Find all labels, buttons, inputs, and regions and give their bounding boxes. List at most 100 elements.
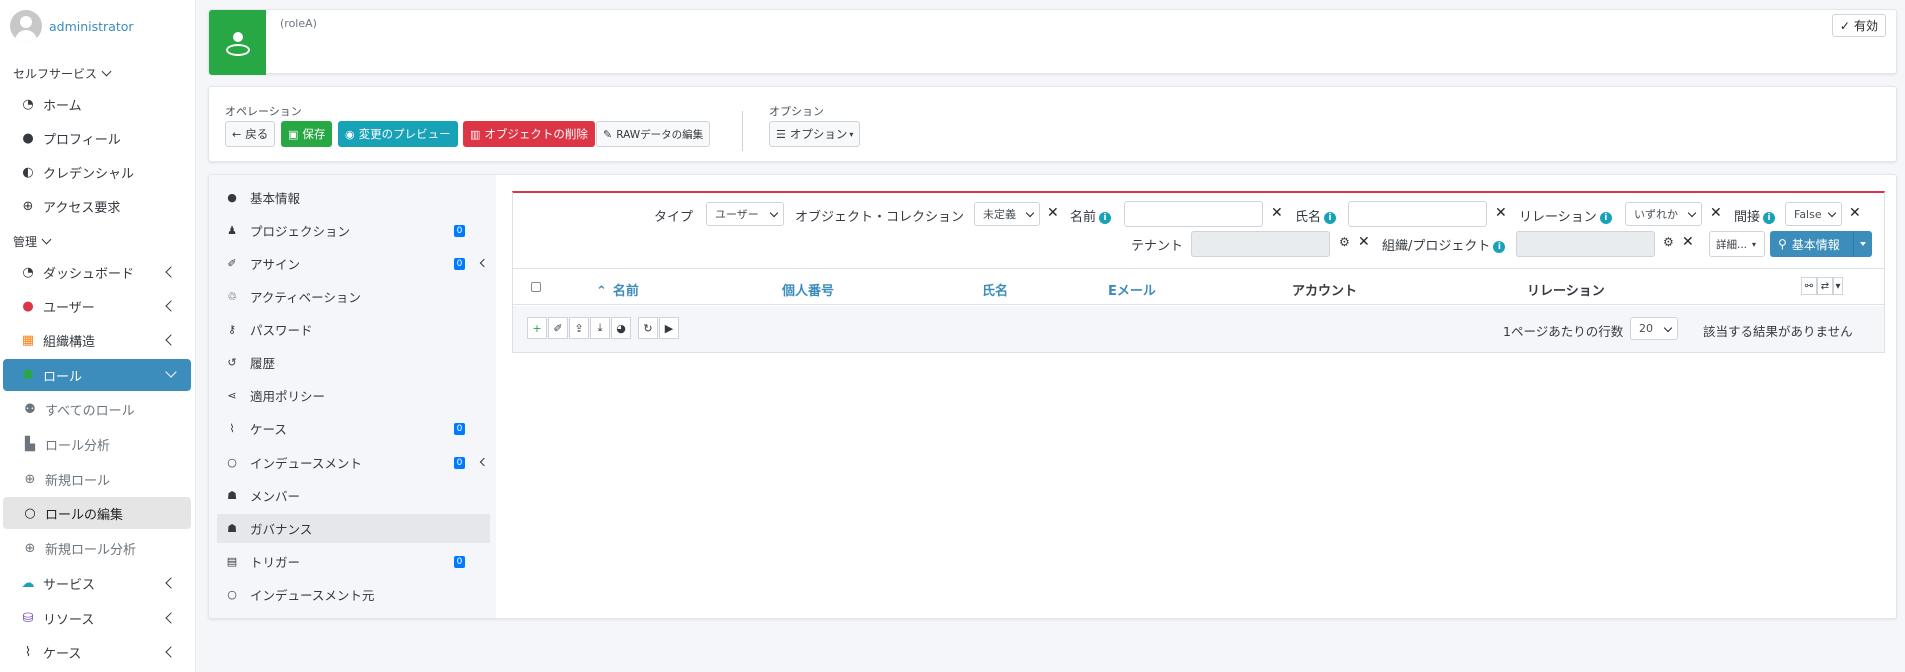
search-button[interactable]: ⚲ 基本情報 [1770,231,1872,257]
status-button[interactable]: ✓ 有効 [1831,14,1886,37]
tenant-input[interactable] [1191,231,1330,257]
sidebar-item-dashboard[interactable]: ◔ ダッシュボード [3,256,191,288]
sidebar-item-roles[interactable]: ⚉ ロール [3,359,191,391]
close-icon[interactable]: ✕ [1849,205,1861,221]
submenu-password[interactable]: ⚷ パスワード [217,315,490,344]
plus-circle-icon: ⊕ [22,198,34,214]
sidebar-item-new-role[interactable]: ⊕ 新規ロール [3,463,191,495]
sidebar-item-label: 新規ロール分析 [45,542,137,558]
more-filters-button[interactable]: 詳細... ▾ [1709,231,1765,257]
collection-select[interactable]: 未定義 [974,202,1040,226]
submenu-assign[interactable]: ✐ アサイン 0 [217,249,490,278]
info-icon[interactable]: i [1599,212,1612,224]
raw-edit-button[interactable]: ✎ RAWデータの編集 [596,121,711,147]
sidebar-item-new-role-analysis[interactable]: ⊕ 新規ロール分析 [3,532,191,564]
org-input[interactable] [1516,231,1655,257]
eye-icon: ◉ [345,127,355,141]
save-button[interactable]: ▣ 保存 [281,121,333,147]
info-icon[interactable]: i [1493,241,1506,253]
swap-icon[interactable]: ⇄ [1817,277,1833,295]
fullname-input[interactable] [1348,201,1487,227]
rows-per-page-select[interactable]: 20 [1630,317,1678,340]
submenu-cases[interactable]: ⌇ ケース 0 [217,414,490,443]
sidebar: administrator セルフサービス ◔ ホーム ● プロフィール ◐ クレデン… [0,0,196,672]
sidebar-item-edit-role[interactable]: ○ ロールの編集 [3,497,191,529]
options-dropdown[interactable]: ☰ オプション ▾ [769,121,861,147]
download-icon[interactable]: ⤓ [590,317,610,339]
sidebar-item-access-request[interactable]: ⊕ アクセス要求 [3,190,191,222]
info-icon[interactable]: i [1099,212,1112,224]
preview-button[interactable]: ◉ 変更のプレビュー [338,121,458,147]
name-input[interactable] [1124,201,1263,227]
close-icon[interactable]: ✕ [1682,234,1694,250]
caret-down-icon[interactable]: ▾ [1833,277,1843,295]
close-icon[interactable]: ✕ [1271,205,1283,221]
self-service-header[interactable]: セルフサービス [13,65,112,82]
submenu-inducement[interactable]: ○ インデュースメント 0 [217,448,490,477]
chart-add-icon[interactable]: ◕ [611,317,631,339]
info-icon[interactable]: i [1324,212,1337,224]
close-icon[interactable]: ✕ [1495,205,1507,221]
column-name[interactable]: ⌃ 名前 [596,280,639,299]
column-person-number[interactable]: 個人番号 [782,280,834,299]
admin-header[interactable]: 管理 [13,233,52,250]
refresh-icon[interactable]: ↻ [638,317,658,339]
submenu-induced-by[interactable]: ○ インデュースメント元 [217,580,490,609]
sidebar-item-home[interactable]: ◔ ホーム [3,88,191,120]
sidebar-item-users[interactable]: ● ユーザー [3,290,191,322]
upload-icon[interactable]: ⇪ [569,317,589,339]
chevron-down-icon [1827,208,1837,218]
column-fullname[interactable]: 氏名 [982,280,1008,299]
submenu-members[interactable]: ☗ メンバー [217,481,490,510]
save-icon: ▣ [288,127,299,141]
divider [742,111,743,151]
relation-select[interactable]: いずれか [1625,202,1702,226]
close-icon[interactable]: ✕ [1047,205,1059,221]
sidebar-item-label: ホーム [43,98,82,114]
sidebar-item-profile[interactable]: ● プロフィール [3,122,191,154]
chevron-left-icon[interactable] [479,457,489,467]
submenu-policies[interactable]: ⋖ 適用ポリシー [217,381,490,410]
delete-button[interactable]: ▥ オブジェクトの削除 [463,121,595,147]
sidebar-item-label: リソース [43,612,95,628]
type-select[interactable]: ユーザー [706,202,784,226]
submenu-projection[interactable]: ♟ プロジェクション 0 [217,216,490,245]
submenu-label: インデュースメント [250,456,362,471]
back-button[interactable]: ← 戻る [225,121,276,147]
menu-icon: ☰ [776,127,786,141]
unlink-icon[interactable]: ⚯ [1801,277,1817,295]
submenu-activation[interactable]: ♲ アクティベーション [217,282,490,311]
gear-icon[interactable]: ⚙ [1663,235,1674,249]
assign-icon: ✐ [227,257,237,270]
select-all-checkbox[interactable] [531,282,541,292]
sidebar-item-org[interactable]: ▦ 組織構造 [3,324,191,356]
sidebar-item-label: プロフィール [43,132,121,148]
add-member-button[interactable]: + [527,317,547,339]
close-icon[interactable]: ✕ [1358,234,1370,250]
caret-down-icon[interactable] [1860,242,1866,246]
submenu-basic[interactable]: ● 基本情報 [217,183,490,212]
assign-member-button[interactable]: ✐ [548,317,568,339]
close-icon[interactable]: ✕ [1710,205,1722,221]
sidebar-item-services[interactable]: ☁ サービス [3,567,191,599]
submenu-governance[interactable]: ☗ ガバナンス [217,514,490,543]
sidebar-item-label: ロール [43,369,83,385]
gear-icon[interactable]: ⚙ [1339,235,1350,249]
column-email[interactable]: Eメール [1108,280,1156,299]
chevron-left-icon[interactable] [479,258,489,268]
chevron-down-icon [1663,323,1673,333]
sidebar-item-resources[interactable]: ⛁ リソース [3,602,191,634]
play-icon[interactable]: ▶ [659,317,679,339]
sidebar-item-role-analysis[interactable]: ▙ ロール分析 [3,428,191,460]
user-panel[interactable]: administrator [10,10,134,42]
sidebar-item-all-roles[interactable]: ⚉ すべてのロール [3,393,191,425]
sidebar-item-label: ユーザー [43,300,95,316]
indirect-select[interactable]: False [1785,202,1842,226]
submenu-history[interactable]: ↺ 履歴 [217,348,490,377]
indirect-label-text: 間接 [1734,210,1761,225]
info-icon[interactable]: i [1763,212,1776,224]
sidebar-item-credentials[interactable]: ◐ クレデンシャル [3,156,191,188]
user-name[interactable]: administrator [49,19,134,34]
sidebar-item-cases[interactable]: ⌇ ケース [3,636,191,668]
submenu-triggers[interactable]: ▤ トリガー 0 [217,547,490,576]
